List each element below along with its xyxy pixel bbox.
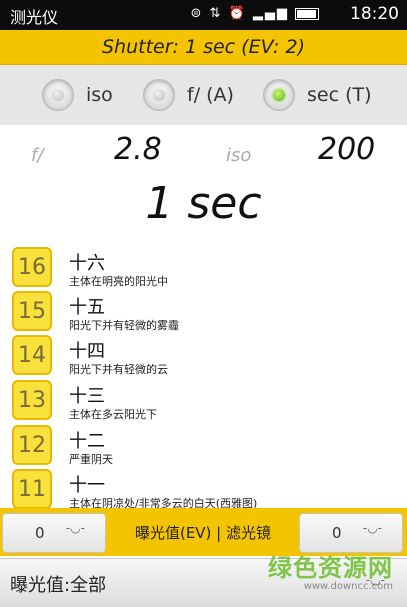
ev-spinner-value: 0 <box>35 524 45 542</box>
ev-title: 十四 <box>69 341 105 362</box>
ev-description: 主体在明亮的阳光中 <box>69 275 168 288</box>
ev-description: 阳光下并有轻微的雾霾 <box>69 319 179 332</box>
radio-aperture-label: f/ (A) <box>187 84 234 106</box>
radio-dot-selected-icon <box>273 89 285 101</box>
radio-iso[interactable]: iso <box>42 75 113 115</box>
status-bar: 测光仪 ⊜ ⇅ ⏰ ▂▄▆ 18:20 <box>0 0 407 30</box>
app-title: 测光仪 <box>10 8 59 27</box>
watermark: 绿色资源网 www.downcc.com <box>268 548 393 592</box>
shutter-summary: Shutter: 1 sec (EV: 2) <box>101 36 306 58</box>
filter-spinner[interactable]: 0 -◡- <box>299 513 403 553</box>
exposure-dropdown-value: 曝光值:全部 <box>10 575 107 596</box>
radio-button-icon <box>42 79 74 111</box>
ev-title: 十五 <box>69 297 105 318</box>
status-icons: ⊜ ⇅ ⏰ ▂▄▆ <box>190 6 319 21</box>
watermark-logo: 绿色资源网 <box>268 554 393 582</box>
radio-dot-icon <box>52 89 64 101</box>
list-item[interactable]: 14 十四 阳光下并有轻微的云 <box>0 334 407 378</box>
list-item[interactable]: 15 十五 阳光下并有轻微的雾霾 <box>0 290 407 334</box>
radio-aperture[interactable]: f/ (A) <box>143 75 234 115</box>
battery-icon <box>295 7 319 20</box>
shutter-value: 1 sec <box>145 178 262 229</box>
list-item[interactable]: 12 十二 严重阴天 <box>0 424 407 468</box>
alarm-icon: ⏰ <box>228 6 247 21</box>
ev-title: 十一 <box>69 475 105 496</box>
ev-title: 十六 <box>69 253 105 274</box>
f-value: 2.8 <box>114 132 162 167</box>
signal-icon: ▂▄▆ <box>252 6 289 21</box>
mode-radio-group: iso f/ (A) sec (T) <box>0 65 407 125</box>
ev-list[interactable]: 16 十六 主体在明亮的阳光中 15 十五 阳光下并有轻微的雾霾 14 十四 阳… <box>0 244 407 508</box>
dropdown-arrow-icon: -◡- <box>362 521 382 535</box>
ev-badge: 15 <box>12 291 52 331</box>
ev-title: 十三 <box>69 386 105 407</box>
ev-badge: 12 <box>12 425 52 465</box>
ev-badge: 16 <box>12 247 52 287</box>
f-label: f/ <box>31 145 44 166</box>
ev-description: 阳光下并有轻微的云 <box>69 363 168 376</box>
radio-iso-label: iso <box>86 84 113 106</box>
list-item[interactable]: 11 十一 主体在阴凉处/非常多云的白天(西雅图) <box>0 468 407 508</box>
filter-spinner-value: 0 <box>332 524 342 542</box>
usb-icon: ⊜ <box>190 6 204 21</box>
radio-button-icon <box>263 79 295 111</box>
sync-icon: ⇅ <box>209 6 223 21</box>
radio-shutter-label: sec (T) <box>307 84 372 106</box>
ev-description: 严重阴天 <box>69 453 113 466</box>
ev-description: 主体在多云阳光下 <box>69 408 157 421</box>
ev-badge: 13 <box>12 380 52 420</box>
shutter-banner: Shutter: 1 sec (EV: 2) <box>0 30 407 65</box>
ev-badge: 14 <box>12 335 52 375</box>
dropdown-arrow-icon: -◡- <box>65 521 85 535</box>
ev-spinner[interactable]: 0 -◡- <box>2 513 106 553</box>
iso-value: 200 <box>318 132 376 167</box>
ev-badge: 11 <box>12 469 52 508</box>
iso-label: iso <box>226 145 252 166</box>
radio-button-icon <box>143 79 175 111</box>
ev-title: 十二 <box>69 431 105 452</box>
ev-description: 主体在阴凉处/非常多云的白天(西雅图) <box>69 497 258 508</box>
controls-label: 曝光值(EV) | 滤光镜 <box>134 524 272 542</box>
radio-shutter[interactable]: sec (T) <box>263 75 372 115</box>
radio-dot-icon <box>153 89 165 101</box>
list-item[interactable]: 13 十三 主体在多云阳光下 <box>0 379 407 423</box>
clock: 18:20 <box>350 4 399 24</box>
list-item[interactable]: 16 十六 主体在明亮的阳光中 <box>0 246 407 290</box>
